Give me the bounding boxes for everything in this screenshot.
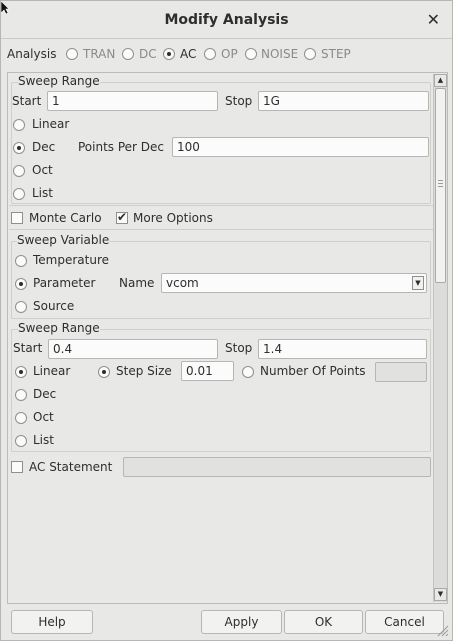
- ok-button[interactable]: OK: [284, 610, 363, 634]
- stop-input-1[interactable]: 1G: [258, 91, 429, 111]
- start-label-1: Start: [12, 94, 42, 108]
- more-options-checkbox[interactable]: [116, 210, 128, 224]
- help-button[interactable]: Help: [11, 610, 93, 634]
- stop-label-2: Stop: [225, 341, 253, 355]
- arrow-down-icon[interactable]: ▼: [434, 588, 447, 601]
- sweep2-label-dec: Dec: [33, 387, 57, 401]
- sweep1-label-list: List: [32, 186, 53, 200]
- analysis-radio-op[interactable]: [204, 48, 216, 60]
- sweep1-label-oct: Oct: [32, 163, 53, 177]
- analysis-option-step: STEP: [321, 47, 351, 61]
- divider: [9, 205, 433, 206]
- cancel-button[interactable]: Cancel: [365, 610, 444, 634]
- analysis-option-tran: TRAN: [83, 47, 116, 61]
- parameter-name-value: vcom: [166, 276, 199, 290]
- vertical-scrollbar[interactable]: ▲ ▼: [433, 74, 447, 602]
- sweep2-label-linear: Linear: [33, 364, 71, 378]
- sweep-range-title-1: Sweep Range: [18, 74, 100, 88]
- sweep1-radio-oct[interactable]: [13, 165, 25, 177]
- step-size-radio[interactable]: [98, 366, 110, 378]
- grip-line: [438, 180, 443, 181]
- analysis-option-noise: NOISE: [261, 47, 299, 61]
- sweep2-radio-dec[interactable]: [15, 389, 27, 401]
- name-label: Name: [119, 276, 155, 290]
- step-size-label: Step Size: [116, 364, 172, 378]
- number-of-points-input[interactable]: [375, 362, 427, 382]
- sweepvar-label-temperature: Temperature: [33, 253, 110, 267]
- chevron-down-icon[interactable]: ▼: [412, 276, 424, 290]
- resize-grip-icon[interactable]: [435, 623, 449, 637]
- analysis-radio-dc[interactable]: [122, 48, 134, 60]
- modify-analysis-window: Modify Analysis ✕ Analysis TRAN DC AC OP…: [0, 0, 453, 641]
- points-per-dec-label: Points Per Dec: [78, 140, 165, 154]
- stop-input-2[interactable]: 1.4: [258, 339, 427, 359]
- analysis-radio-tran[interactable]: [66, 48, 78, 60]
- stop-label-1: Stop: [225, 94, 253, 108]
- sweep-variable-title: Sweep Variable: [17, 233, 110, 247]
- sweep1-radio-dec[interactable]: [13, 142, 25, 154]
- divider: [9, 229, 433, 230]
- analysis-option-dc: DC: [139, 47, 157, 61]
- analysis-radio-ac[interactable]: [163, 48, 175, 60]
- points-per-dec-input[interactable]: 100: [172, 137, 429, 157]
- start-input-2[interactable]: 0.4: [48, 339, 218, 359]
- sweep2-radio-oct[interactable]: [15, 412, 27, 424]
- number-of-points-radio[interactable]: [242, 366, 254, 378]
- analysis-option-ac: AC: [180, 47, 197, 61]
- sweep1-label-linear: Linear: [32, 117, 70, 131]
- monte-carlo-label: Monte Carlo: [29, 211, 102, 225]
- sweepvar-radio-source[interactable]: [15, 301, 27, 313]
- sweep2-radio-list[interactable]: [15, 435, 27, 447]
- ac-statement-label: AC Statement: [29, 460, 113, 474]
- sweep-range-title-2: Sweep Range: [18, 321, 100, 335]
- analysis-radio-step[interactable]: [304, 48, 316, 60]
- sweep2-radio-linear[interactable]: [15, 366, 27, 378]
- analysis-radio-noise[interactable]: [245, 48, 257, 60]
- sweep2-label-list: List: [33, 433, 54, 447]
- number-of-points-label: Number Of Points: [260, 364, 366, 378]
- start-label-2: Start: [13, 341, 43, 355]
- title-bar: Modify Analysis ✕: [1, 1, 452, 39]
- sweepvar-radio-parameter[interactable]: [15, 278, 27, 290]
- ac-statement-checkbox[interactable]: [11, 461, 23, 473]
- analysis-option-op: OP: [221, 47, 238, 61]
- close-icon[interactable]: ✕: [427, 10, 440, 29]
- analysis-label: Analysis: [7, 47, 57, 61]
- grip-line: [438, 186, 443, 187]
- more-options-label: More Options: [133, 211, 213, 225]
- sweep1-label-dec: Dec: [32, 140, 56, 154]
- step-size-input[interactable]: 0.01: [181, 361, 234, 381]
- parameter-name-select[interactable]: vcom ▼: [161, 273, 427, 293]
- sweep1-radio-linear[interactable]: [13, 119, 25, 131]
- arrow-up-icon[interactable]: ▲: [434, 74, 447, 87]
- sweepvar-radio-temperature[interactable]: [15, 255, 27, 267]
- sweep1-radio-list[interactable]: [13, 188, 25, 200]
- ac-statement-input[interactable]: [123, 457, 431, 477]
- monte-carlo-checkbox[interactable]: [11, 212, 23, 224]
- start-input-1[interactable]: 1: [47, 91, 218, 111]
- sweepvar-label-parameter: Parameter: [33, 276, 96, 290]
- apply-button[interactable]: Apply: [201, 610, 282, 634]
- window-title: Modify Analysis: [164, 12, 289, 28]
- scrollbar-thumb[interactable]: [435, 88, 446, 283]
- grip-line: [438, 183, 443, 184]
- sweep2-label-oct: Oct: [33, 410, 54, 424]
- sweepvar-label-source: Source: [33, 299, 75, 313]
